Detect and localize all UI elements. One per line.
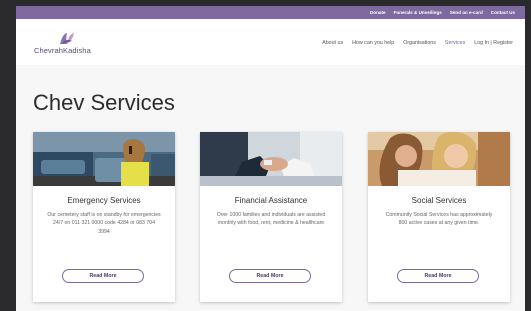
card-title: Emergency Services xyxy=(67,196,141,205)
nav-item-about-us[interactable]: About us xyxy=(322,40,343,46)
card-description: Over 1000 families and individuals are a… xyxy=(216,212,326,227)
nav-item-how-can-you-help[interactable]: How can you help xyxy=(352,40,394,46)
service-card-financial: Financial Assistance Over 1000 families … xyxy=(200,132,342,302)
card-title: Financial Assistance xyxy=(234,196,308,205)
read-more-button[interactable]: Read More xyxy=(229,269,311,283)
read-more-button[interactable]: Read More xyxy=(62,269,144,283)
send-ecard-link[interactable]: Send an e-card xyxy=(450,10,483,15)
card-description: Our cemetery staff is on standby for eme… xyxy=(47,212,161,235)
logo-mark-icon xyxy=(60,33,74,44)
nav-item-organisations[interactable]: Organisations xyxy=(403,40,436,46)
card-title: Social Services xyxy=(411,196,467,205)
nav-item-services[interactable]: Services xyxy=(445,40,465,46)
utility-links: Donate Funerals & Unveilings Send an e-c… xyxy=(370,6,515,19)
website-viewport: Donate Funerals & Unveilings Send an e-c… xyxy=(16,6,525,311)
funerals-unveilings-link[interactable]: Funerals & Unveilings xyxy=(394,10,442,15)
service-card-emergency: Emergency Services Our cemetery staff is… xyxy=(33,132,175,302)
main-navbar: ChevrahKadisha About us How can you help… xyxy=(16,19,525,65)
top-utility-bar: Donate Funerals & Unveilings Send an e-c… xyxy=(16,6,525,19)
social-services-photo xyxy=(368,132,510,186)
financial-assistance-photo xyxy=(200,132,342,186)
read-more-button[interactable]: Read More xyxy=(397,269,479,283)
primary-nav: About us How can you help Organisations … xyxy=(322,40,513,46)
card-description: Community Social Services has approximat… xyxy=(385,212,493,227)
logo-wordmark: ChevrahKadisha xyxy=(34,46,91,55)
contact-us-link[interactable]: Contact Us xyxy=(491,10,515,15)
page-title: Chev Services xyxy=(33,90,175,115)
service-card-social: Social Services Community Social Service… xyxy=(368,132,510,302)
site-logo[interactable]: ChevrahKadisha xyxy=(34,31,98,57)
emergency-services-photo xyxy=(33,132,175,186)
donate-link[interactable]: Donate xyxy=(370,10,386,15)
nav-item-login-register[interactable]: Log In | Register xyxy=(474,40,513,46)
